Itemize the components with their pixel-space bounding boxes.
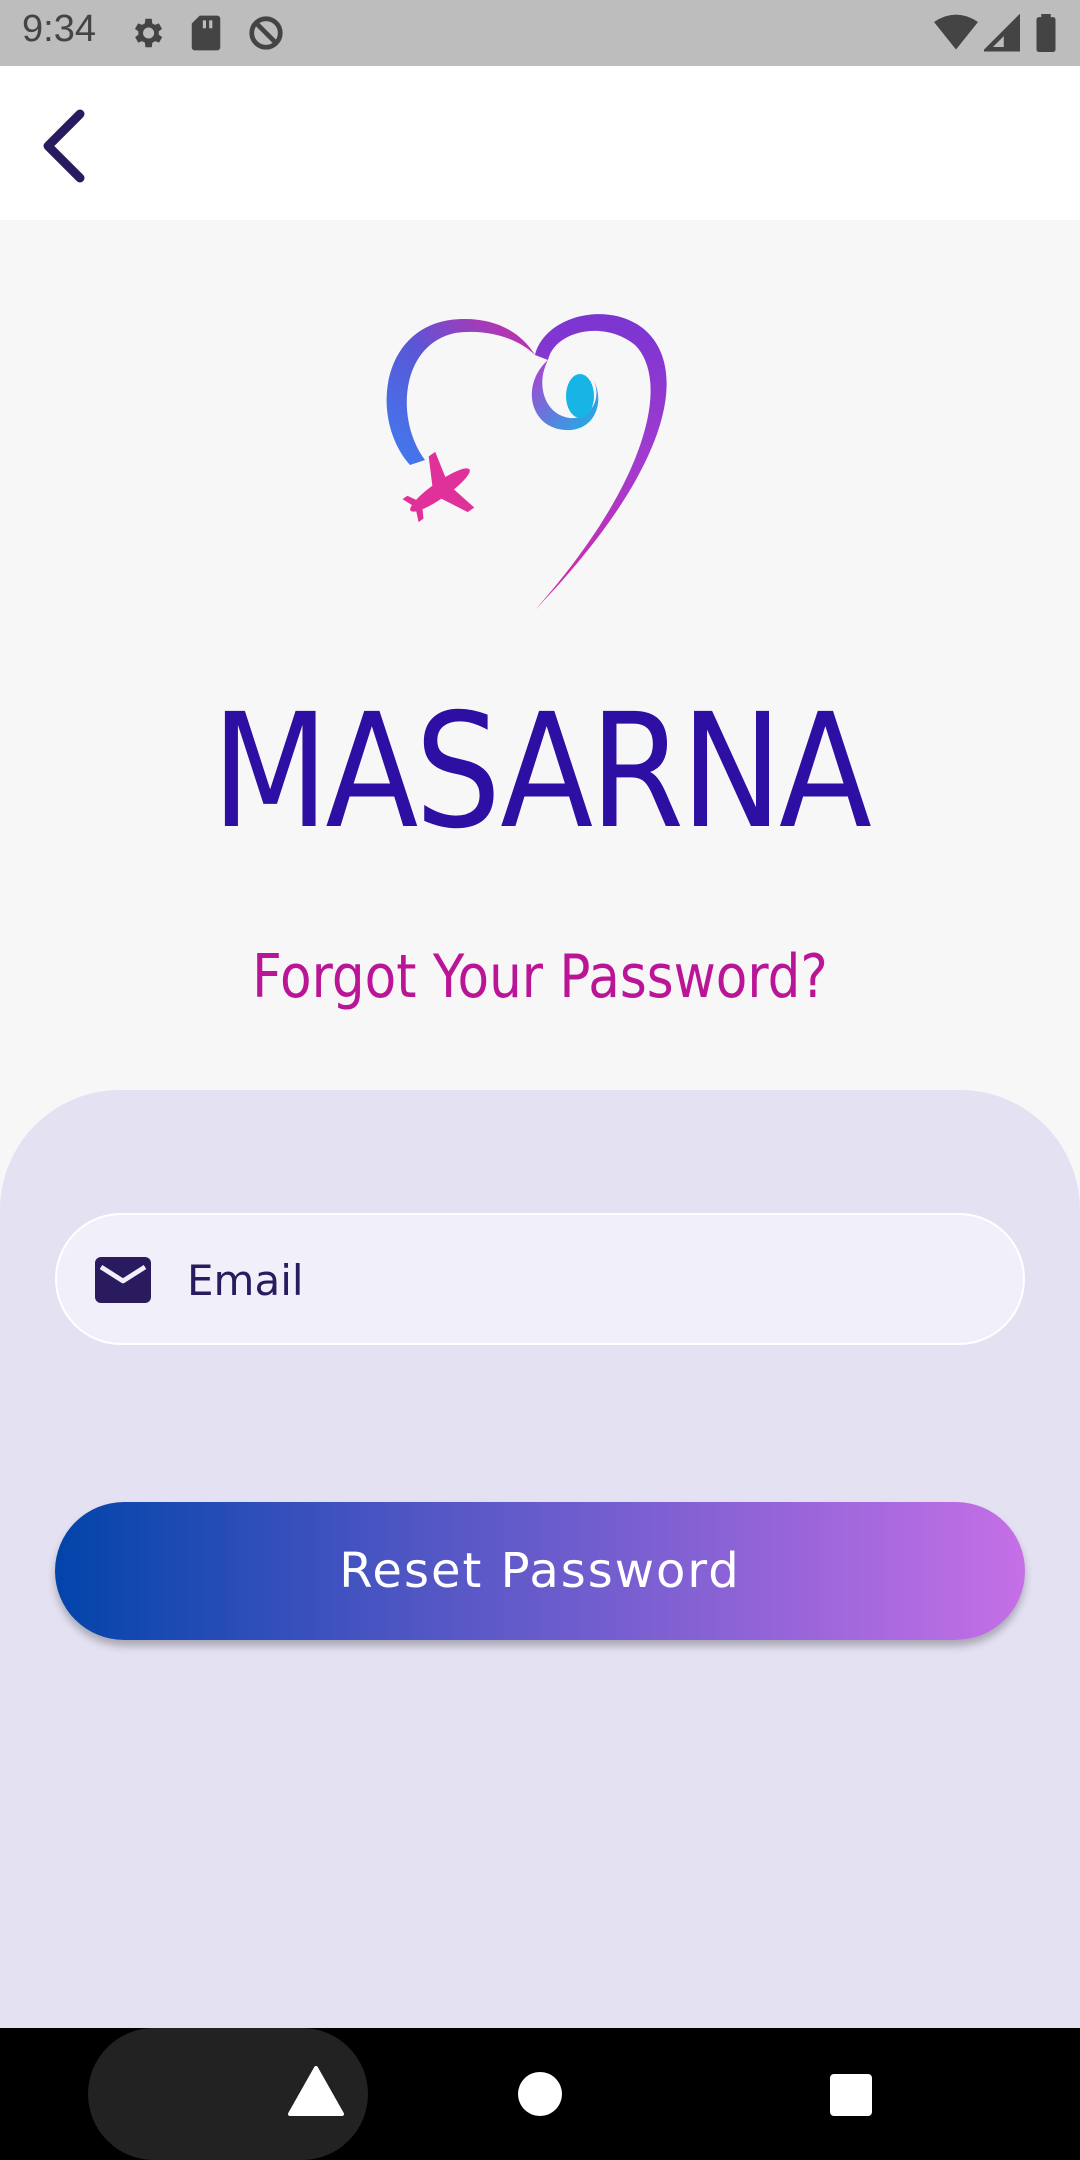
nav-back-pill[interactable] [88, 2028, 368, 2160]
email-input[interactable] [187, 1245, 987, 1315]
gear-icon [134, 18, 163, 48]
screen: 9:34 MASARNA Forgot Your Password? Email… [0, 0, 1080, 2160]
status-time: 9:34 [22, 8, 96, 50]
back-triangle-icon[interactable] [288, 2066, 344, 2116]
brand-name: MASARNA [211, 680, 872, 864]
recents-square-icon[interactable] [830, 2074, 872, 2116]
mail-icon [95, 1257, 151, 1303]
email-field[interactable] [55, 1213, 1025, 1345]
app-bar [0, 66, 1080, 220]
chevron-left-icon [43, 109, 85, 183]
heart-airplane-logo [386, 314, 667, 610]
sync-disabled-icon [249, 16, 283, 50]
battery-icon [1036, 14, 1056, 52]
wifi-icon [934, 14, 978, 50]
reset-password-button[interactable]: Reset Password [55, 1502, 1025, 1640]
page-title: Forgot Your Password? [252, 942, 828, 1012]
status-bar: 9:34 [0, 0, 1080, 66]
back-button[interactable] [28, 106, 94, 186]
home-circle-icon[interactable] [518, 2072, 562, 2116]
cell-signal-icon [984, 14, 1020, 52]
sd-card-icon [191, 15, 221, 51]
